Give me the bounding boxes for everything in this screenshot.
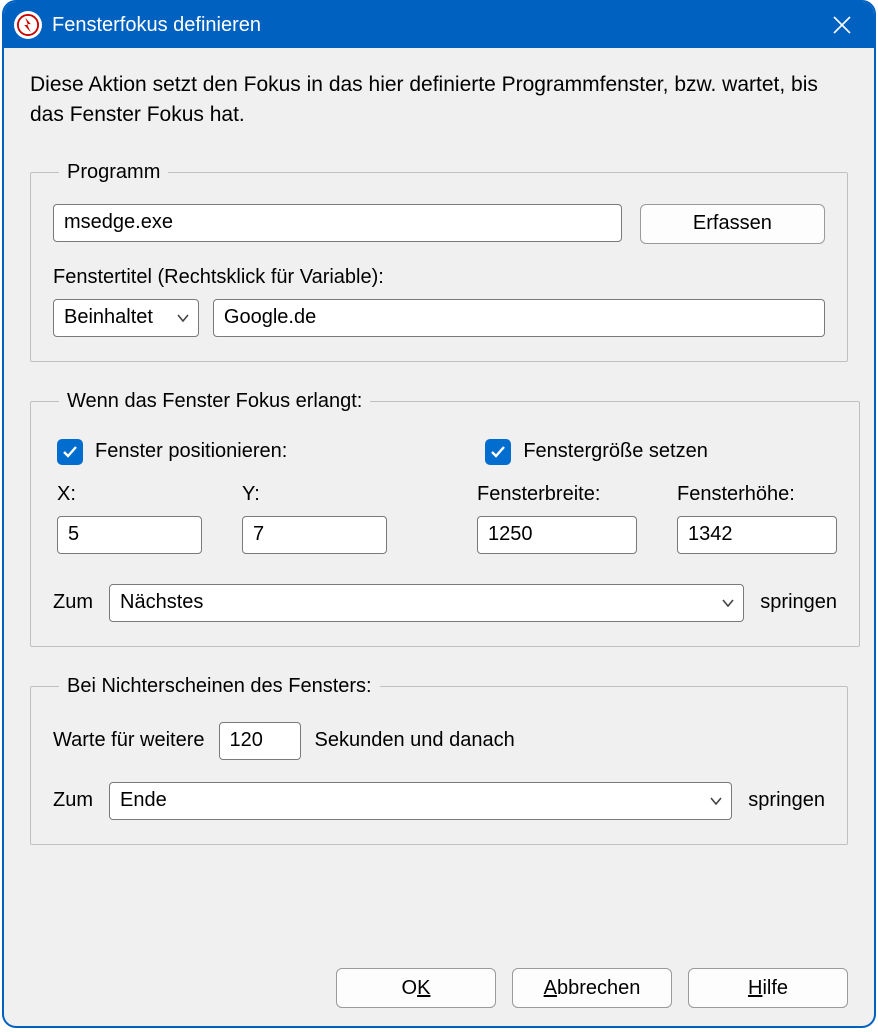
wait-seconds-input[interactable] [219,722,301,760]
checkbox-checked-icon [57,439,83,465]
window-title-input[interactable] [213,299,825,337]
jump-prefix: Zum [53,789,93,812]
group-onfocus: Wenn das Fenster Fokus erlangt: Fenster … [30,390,860,647]
title-match-select[interactable]: Beinhaltet [53,299,199,337]
jump-prefix: Zum [53,591,93,614]
dialog-window: Fensterfokus definieren Diese Aktion set… [2,0,876,1028]
checkbox-position-window[interactable]: Fenster positionieren: [57,439,287,465]
chevron-down-icon [709,794,723,808]
height-input[interactable] [677,516,837,554]
window-title: Fensterfokus definieren [52,14,822,37]
x-input[interactable] [57,516,202,554]
wait-suffix: Sekunden und danach [315,729,515,752]
chevron-down-icon [176,311,190,325]
group-noshow-legend: Bei Nichterscheinen des Fensters: [59,675,380,698]
app-icon [14,11,42,39]
close-icon [833,16,851,34]
jump-suffix: springen [748,789,825,812]
ok-button[interactable]: OK [336,968,496,1008]
height-label: Fensterhöhe: [677,483,837,506]
group-onfocus-legend: Wenn das Fenster Fokus erlangt: [59,390,370,413]
group-program-legend: Programm [59,161,168,184]
close-button[interactable] [822,5,862,45]
jump-suffix: springen [760,591,837,614]
chevron-down-icon [721,596,735,610]
window-title-label: Fenstertitel (Rechtsklick für Variable): [53,266,825,289]
onfocus-jump-select[interactable]: Nächstes [109,584,744,622]
width-label: Fensterbreite: [477,483,637,506]
group-program: Programm Erfassen Fenstertitel (Rechtskl… [30,161,848,362]
y-input[interactable] [242,516,387,554]
group-noshow: Bei Nichterscheinen des Fensters: Warte … [30,675,848,845]
checkbox-checked-icon [485,439,511,465]
noshow-jump-select[interactable]: Ende [109,782,732,820]
x-label: X: [57,483,202,506]
cancel-button[interactable]: Abbrechen [512,968,672,1008]
dialog-description: Diese Aktion setzt den Fokus in das hier… [30,70,848,131]
width-input[interactable] [477,516,637,554]
wait-prefix: Warte für weitere [53,729,205,752]
program-exe-input[interactable] [53,204,622,242]
help-button[interactable]: Hilfe [688,968,848,1008]
checkbox-set-size[interactable]: Fenstergröße setzen [485,439,708,465]
y-label: Y: [242,483,387,506]
capture-button[interactable]: Erfassen [640,204,825,244]
titlebar: Fensterfokus definieren [4,2,874,48]
